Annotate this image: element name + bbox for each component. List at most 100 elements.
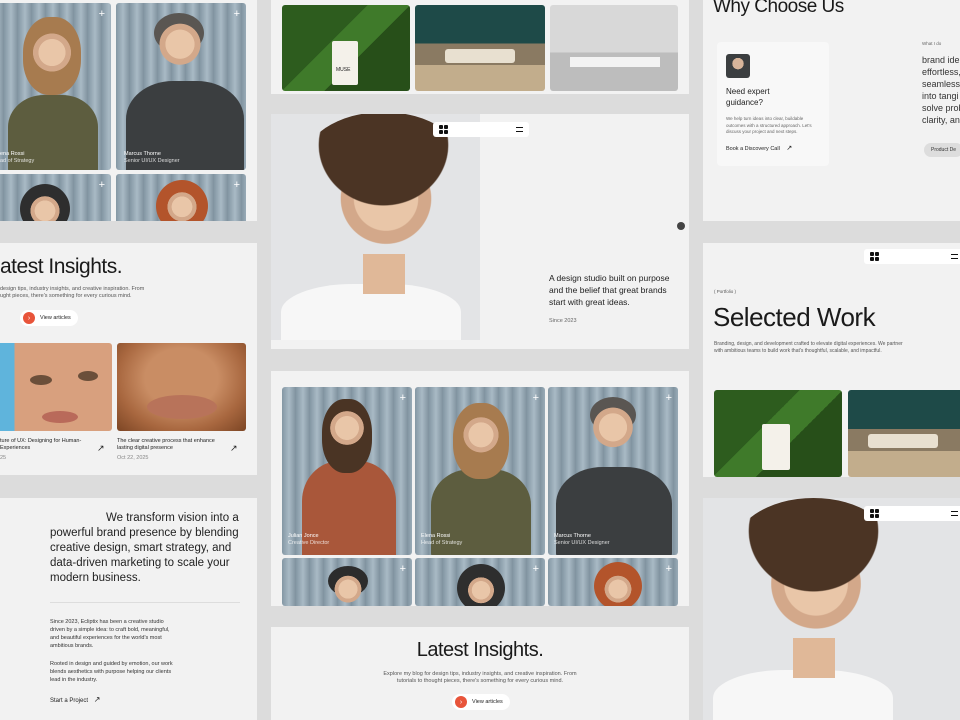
face-shape	[328, 407, 366, 457]
view-articles-bottom-button[interactable]: › View articles	[452, 694, 510, 710]
insights-card-left: atest Insights. design tips, industry in…	[0, 243, 257, 475]
face-shape	[461, 413, 501, 465]
transform-para-1: Since 2023, Ecliptix has been a creative…	[50, 619, 170, 649]
work-image-bag[interactable]: MUSE	[282, 5, 410, 91]
arrow-right-icon: ›	[23, 312, 35, 324]
bag-text: MUSE	[336, 67, 351, 73]
face-shape	[600, 574, 636, 606]
guidance-card: Need expert guidance? We help turn ideas…	[717, 42, 829, 166]
article-caption-2[interactable]: The clear creative process that enhance l…	[117, 438, 215, 462]
hero-since: Since 2023	[549, 318, 577, 324]
hero-card: A design studio built on purpose and the…	[271, 114, 689, 349]
hero-navbar	[433, 122, 529, 137]
sofa-shape	[868, 434, 938, 448]
article-caption-1[interactable]: ture of UX: Designing for Human- Experien…	[0, 438, 81, 462]
table-shape	[570, 57, 660, 67]
insights-title: atest Insights.	[0, 255, 123, 278]
sofa-shape	[445, 49, 515, 63]
why-card: Why Choose Us Need expert guidance? We h…	[703, 0, 960, 221]
team-photo-elena[interactable]: ena Rossi ad of Strategy +	[0, 3, 111, 170]
transform-headline: We transform vision into a powerful bran…	[50, 512, 239, 584]
arrow-right-icon: ›	[455, 696, 467, 708]
face-shape	[463, 576, 499, 606]
selected-image-bag[interactable]	[714, 390, 842, 477]
plus-icon[interactable]: +	[533, 564, 539, 575]
view-articles-label: View articles	[40, 315, 71, 321]
eye-shape	[78, 371, 98, 381]
plus-icon[interactable]: +	[533, 393, 539, 404]
view-articles-bottom-label: View articles	[472, 699, 503, 705]
selected-desc-2: with ambitious teams to build work that'…	[714, 348, 882, 354]
work-image-studio[interactable]	[550, 5, 678, 91]
team-card-center: Julian Jonce Creative Director + Elena Ro…	[271, 371, 689, 606]
menu-icon[interactable]	[951, 254, 958, 259]
why-side-text: brand ide effortless, seamless into tang…	[922, 55, 960, 125]
selected-image-lounge[interactable]	[848, 390, 960, 477]
team-name-julian: Julian Jonce Creative Director	[288, 533, 330, 546]
arrow-icon[interactable]: ↗	[97, 443, 105, 454]
guidance-desc: We help turn ideas into clear, buildable…	[726, 116, 812, 134]
team-photo-marcus-center[interactable]: Marcus Thorne Senior UI/UX Designer +	[548, 387, 678, 555]
plus-icon[interactable]: +	[234, 9, 240, 20]
plus-icon[interactable]: +	[99, 9, 105, 20]
team-photo-row2-2[interactable]: +	[415, 558, 545, 606]
arrow-icon: ↗	[93, 695, 101, 704]
insights-bottom-desc-2: tutorials to thought pieces, there's som…	[396, 678, 564, 684]
plus-icon[interactable]: +	[99, 180, 105, 191]
bag-shape	[332, 41, 358, 85]
team-photo-row2-b[interactable]: +	[116, 174, 246, 221]
selected-title: Selected Work	[713, 302, 876, 332]
face-shape	[330, 574, 366, 606]
logo-icon[interactable]	[870, 252, 879, 261]
product-design-button[interactable]: Product De	[924, 143, 960, 157]
work-image-lounge[interactable]	[415, 5, 545, 91]
book-call-link[interactable]: Book a Discovery Call ↗	[726, 144, 792, 152]
team-photo-row2-3[interactable]: +	[548, 558, 678, 606]
arrow-icon: ↗	[786, 145, 793, 152]
scroll-indicator-icon[interactable]	[677, 222, 685, 230]
face-shape	[590, 403, 636, 461]
menu-icon[interactable]	[951, 511, 958, 516]
selected-navbar	[864, 249, 960, 264]
bag-shape	[762, 424, 790, 470]
divider	[50, 602, 240, 603]
logo-icon[interactable]	[870, 509, 879, 518]
eye-shape	[30, 375, 52, 385]
insights-desc-2: ught pieces, there's something for every…	[0, 293, 132, 299]
face-shape	[30, 29, 74, 85]
transform-para-2: Rooted in design and guided by emotion, …	[50, 661, 173, 683]
work-strip-card: MUSE	[271, 0, 689, 94]
team-photo-row2-a[interactable]: +	[0, 174, 111, 221]
arrow-icon[interactable]: ↗	[230, 443, 238, 454]
menu-icon[interactable]	[516, 127, 523, 132]
hero-tagline: A design studio built on purpose and the…	[549, 273, 670, 307]
insights-bottom-title: Latest Insights.	[416, 639, 544, 661]
logo-icon[interactable]	[439, 125, 448, 134]
transform-card: We transform vision into a powerful bran…	[0, 498, 257, 720]
hero-portrait[interactable]	[271, 114, 480, 340]
plus-icon[interactable]: +	[666, 564, 672, 575]
team-photo-marcus[interactable]: Marcus Thorne Senior UI/UX Designer +	[116, 3, 246, 170]
team-photo-julian[interactable]: Julian Jonce Creative Director +	[282, 387, 412, 555]
team-photo-elena-center[interactable]: Elena Rossi Head of Strategy +	[415, 387, 545, 555]
plus-icon[interactable]: +	[400, 393, 406, 404]
view-articles-button[interactable]: › View articles	[20, 310, 78, 326]
portrait-right[interactable]	[703, 498, 911, 720]
start-project-label: Start a Project	[50, 698, 89, 704]
portfolio-label: ( Portfolio )	[714, 289, 737, 294]
selected-work-card: ( Portfolio ) Selected Work Branding, de…	[703, 243, 960, 477]
team-card-left: ena Rossi ad of Strategy + Marcus Thorne S…	[0, 0, 257, 221]
plus-icon[interactable]: +	[666, 393, 672, 404]
article-image-closeup[interactable]	[117, 343, 246, 431]
team-name-elena: Elena Rossi Head of Strategy	[421, 533, 463, 546]
plus-icon[interactable]: +	[234, 180, 240, 191]
book-call-label: Book a Discovery Call	[726, 146, 780, 152]
team-photo-row2-1[interactable]: +	[282, 558, 412, 606]
article-image-face[interactable]	[0, 343, 112, 431]
why-title: Why Choose Us	[713, 0, 844, 17]
plus-icon[interactable]: +	[400, 564, 406, 575]
face-shape	[156, 19, 204, 79]
start-project-link[interactable]: Start a Project ↗	[50, 695, 100, 704]
insights-card-bottom: Latest Insights. Explore my blog for des…	[271, 627, 689, 720]
team-name-marcus-center: Marcus Thorne Senior UI/UX Designer	[554, 533, 610, 546]
